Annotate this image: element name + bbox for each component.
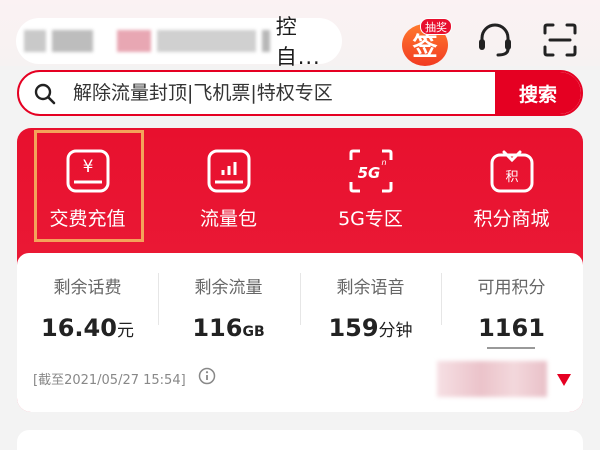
quick-action-label: 积分商城: [473, 208, 550, 230]
focus-highlight: [34, 130, 144, 242]
redacted-text: [117, 30, 151, 52]
info-icon[interactable]: [198, 367, 216, 385]
redacted-text: [24, 30, 46, 52]
svg-text:n: n: [381, 158, 386, 167]
content-card: [17, 430, 583, 450]
svg-text:积: 积: [505, 170, 518, 185]
balance-label: 剩余流量: [194, 278, 263, 298]
lottery-tag: 抽奖: [420, 18, 452, 35]
search-bar: 搜索: [17, 70, 583, 116]
balance-label: 剩余语音: [336, 278, 405, 298]
data-package-icon: [207, 149, 250, 193]
quick-action-5g-zone[interactable]: 5G n 5G专区: [300, 128, 441, 242]
quick-action-label: 流量包: [199, 208, 257, 230]
quick-action-points-mall[interactable]: 积 积分商城: [441, 128, 582, 242]
quick-action-label: 5G专区: [338, 208, 403, 230]
expand-down-icon[interactable]: [557, 374, 571, 386]
account-card: ¥ 交费充值 流量包 5G n 5G专区 积 积分商城 剩余话费 16.40元 …: [17, 128, 583, 412]
5g-icon: 5G n: [349, 149, 392, 193]
balance-value: 116GB: [192, 314, 265, 342]
account-name: 控自...: [275, 15, 321, 69]
account-switcher[interactable]: 控自...: [16, 15, 342, 69]
scan-icon[interactable]: [540, 20, 580, 60]
redacted-text: [156, 30, 256, 52]
top-bar: 控自... 签 抽奖: [0, 0, 600, 69]
balance-value: 159分钟: [328, 314, 413, 342]
balance-value: 1161: [478, 314, 545, 342]
balance-panel: 剩余话费 16.40元 剩余流量 116GB 剩余语音 159分钟 可用积分 1…: [17, 253, 583, 412]
svg-text:5G: 5G: [357, 164, 380, 182]
quick-action-data-package[interactable]: 流量包: [158, 128, 299, 242]
redacted-text: [51, 30, 94, 52]
redacted-text: [261, 30, 270, 52]
balance-label: 可用积分: [477, 278, 546, 298]
update-timestamp: [截至2021/05/27 15:54]: [33, 373, 186, 388]
balance-voice[interactable]: 剩余语音 159分钟: [300, 267, 441, 347]
balance-value: 16.40元: [41, 314, 134, 342]
balance-label: 剩余话费: [53, 278, 122, 298]
points-underline: [487, 347, 535, 349]
balance-fee[interactable]: 剩余话费 16.40元: [17, 267, 158, 347]
customer-service-icon[interactable]: [475, 20, 515, 60]
balance-data[interactable]: 剩余流量 116GB: [158, 267, 299, 347]
balance-points[interactable]: 可用积分 1161: [441, 267, 582, 347]
sign-in-button[interactable]: 签 抽奖: [402, 18, 452, 66]
search-button[interactable]: 搜索: [495, 72, 581, 114]
points-mall-icon: 积: [490, 150, 533, 193]
redacted-text: [437, 361, 547, 397]
search-input[interactable]: [73, 72, 493, 114]
search-icon: [34, 83, 56, 105]
